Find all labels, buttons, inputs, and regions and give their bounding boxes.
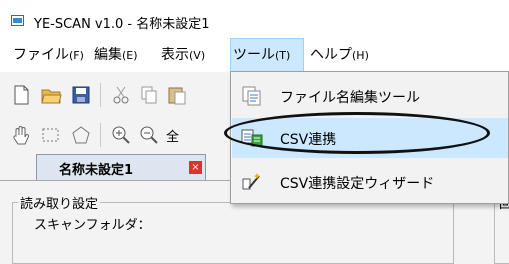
menu-bar: ファイル(F) 編集(E) 表示(V) ツール(T) ヘルプ(H)	[0, 38, 509, 72]
close-icon[interactable]: ×	[189, 161, 202, 174]
fit-all-button[interactable]: 全	[166, 126, 179, 145]
title-bar: YE-SCAN v1.0 - 名称未設定1	[0, 0, 509, 38]
cut-icon[interactable]	[110, 84, 132, 106]
paste-icon[interactable]	[166, 84, 188, 106]
read-settings-label: 読み取り設定	[18, 193, 101, 212]
rename-tool-icon	[242, 86, 261, 106]
wizard-icon	[242, 173, 260, 190]
scan-folder-label: スキャンフォルダ：	[34, 218, 151, 233]
menu-item-rename-tool[interactable]: ファイル名編集ツール	[232, 76, 508, 116]
window-title: YE-SCAN v1.0 - 名称未設定1	[34, 17, 210, 32]
toolbar-separator	[100, 123, 101, 147]
new-file-icon[interactable]	[10, 84, 32, 106]
csv-link-icon	[241, 129, 263, 147]
menu-item-csv-wizard[interactable]: CSV連携設定ウィザード	[232, 162, 508, 202]
save-icon[interactable]	[70, 84, 92, 106]
hand-pan-icon[interactable]	[10, 124, 32, 146]
menu-item-label: ファイル名編集ツール	[280, 90, 420, 106]
menu-help[interactable]: ヘルプ(H)	[310, 38, 369, 72]
zoom-in-icon[interactable]	[110, 124, 132, 146]
menu-edit[interactable]: 編集(E)	[94, 38, 138, 72]
tools-menu-dropdown: ファイル名編集ツール CSV連携 CSV連携設定ウィザード	[230, 71, 509, 204]
rect-select-icon[interactable]	[40, 124, 62, 146]
menu-item-csv-link[interactable]: CSV連携	[232, 118, 508, 158]
lasso-select-icon[interactable]	[70, 124, 92, 146]
open-folder-icon[interactable]	[40, 84, 62, 106]
menu-item-label: CSV連携設定ウィザード	[280, 176, 435, 192]
tab-document[interactable]: 名称未設定1 ×	[36, 154, 206, 180]
menu-tools[interactable]: ツール(T)	[230, 38, 304, 72]
tab-document-label: 名称未設定1	[59, 163, 134, 178]
menu-file[interactable]: ファイル(F)	[13, 38, 84, 72]
app-icon	[11, 15, 24, 26]
zoom-out-icon[interactable]	[138, 124, 160, 146]
copy-icon[interactable]	[138, 84, 160, 106]
menu-view[interactable]: 表示(V)	[161, 38, 205, 72]
menu-item-label: CSV連携	[280, 132, 337, 148]
toolbar-separator	[100, 83, 101, 107]
